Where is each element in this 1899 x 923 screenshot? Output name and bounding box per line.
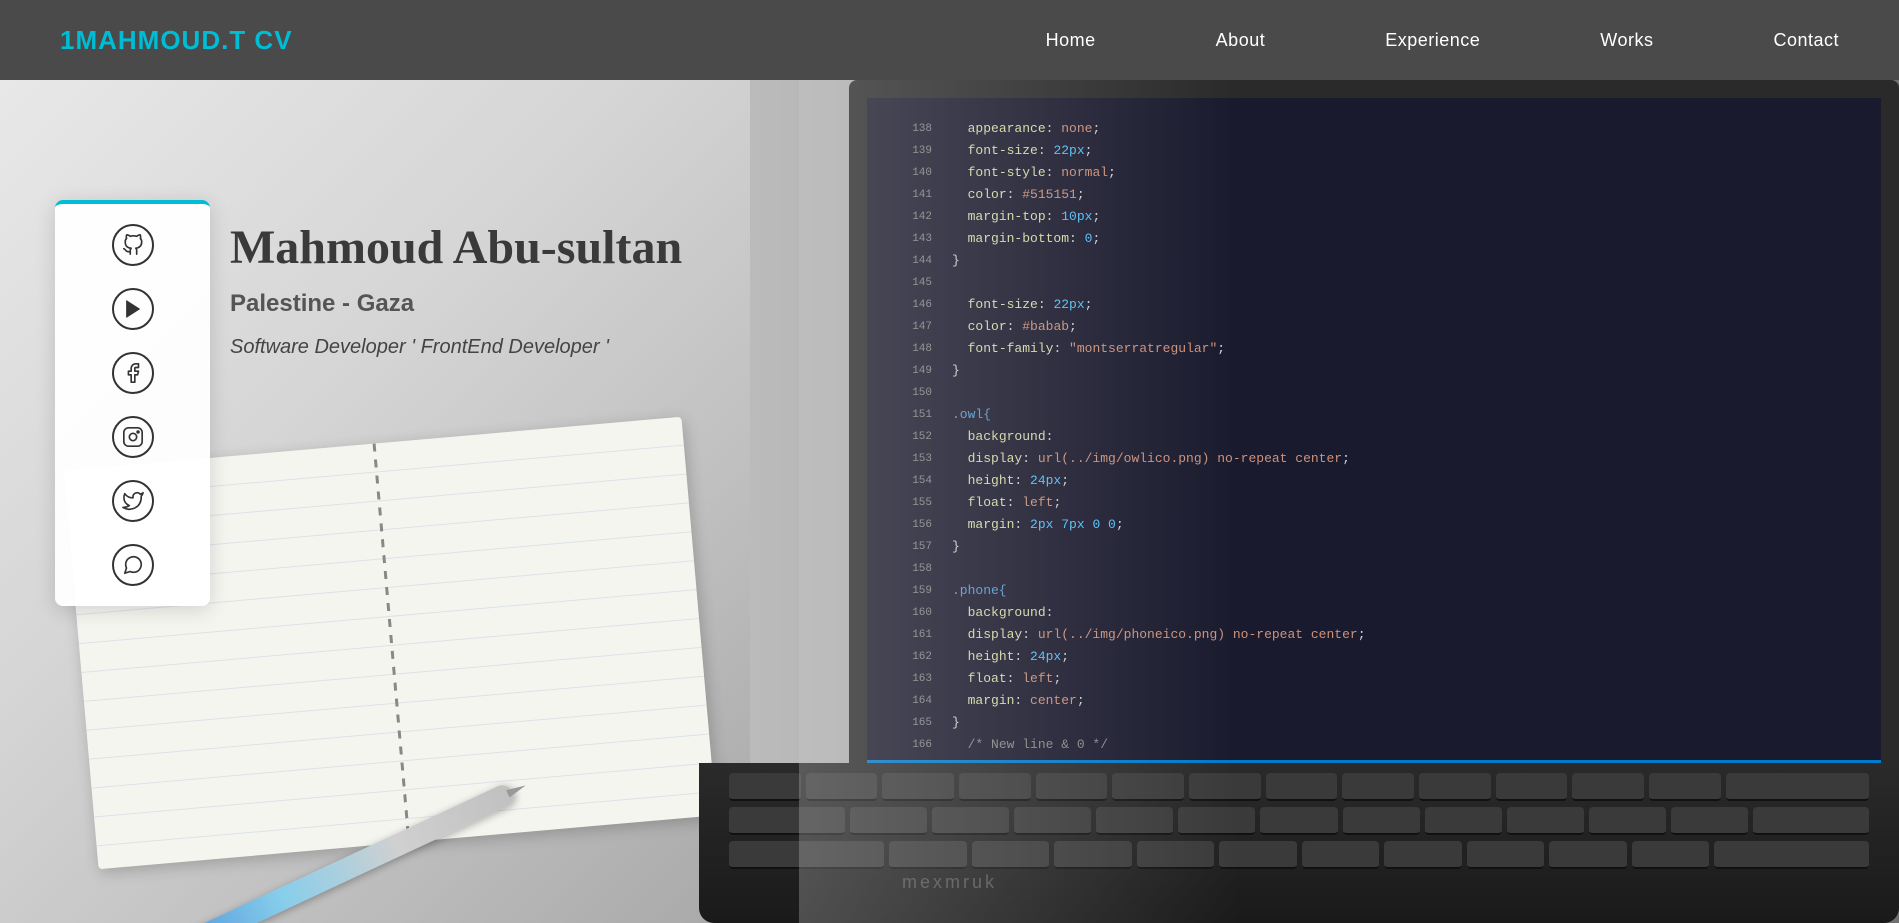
keyboard-row-2 [729, 807, 1869, 835]
nav-item-experience[interactable]: Experience [1385, 30, 1480, 51]
brand-logo[interactable]: 1MAHMOUD.T CV [60, 25, 293, 56]
key [1549, 841, 1627, 869]
laptop-keyboard [699, 763, 1899, 923]
key [806, 773, 878, 801]
whatsapp-icon[interactable] [112, 544, 154, 586]
facebook-icon[interactable] [112, 352, 154, 394]
nav-link-works[interactable]: Works [1600, 30, 1653, 50]
hero-section: 138 appearance: none; 139 font-size: 22p… [0, 80, 1899, 923]
key [1054, 841, 1132, 869]
play-icon[interactable] [112, 288, 154, 330]
key [1112, 773, 1184, 801]
github-svg [122, 234, 144, 256]
nav-link-experience[interactable]: Experience [1385, 30, 1480, 50]
key [889, 841, 967, 869]
key [1714, 841, 1869, 869]
key [1266, 773, 1338, 801]
nav-link-about[interactable]: About [1216, 30, 1266, 50]
key [850, 807, 927, 835]
keyboard-row-3 [729, 841, 1869, 869]
keyboard-row-1 [729, 773, 1869, 801]
key [959, 773, 1031, 801]
key [1507, 807, 1584, 835]
key [1302, 841, 1380, 869]
nav-link-contact[interactable]: Contact [1773, 30, 1839, 50]
sidebar-social-card [55, 200, 210, 606]
key [882, 773, 954, 801]
key [729, 807, 845, 835]
key [1726, 773, 1869, 801]
nav-item-home[interactable]: Home [1046, 30, 1096, 51]
key [1189, 773, 1261, 801]
hero-role: Software Developer ' FrontEnd Developer … [230, 336, 682, 359]
laptop-screen: 138 appearance: none; 139 font-size: 22p… [849, 80, 1899, 800]
twitter-icon[interactable] [112, 480, 154, 522]
watermark: mexmruk [902, 872, 997, 893]
nav-item-about[interactable]: About [1216, 30, 1266, 51]
key [1260, 807, 1337, 835]
hero-name: Mahmoud Abu-sultan [230, 220, 682, 275]
hero-location: Palestine - Gaza [230, 290, 682, 318]
key [1496, 773, 1568, 801]
laptop: 138 appearance: none; 139 font-size: 22p… [799, 80, 1899, 923]
key [1589, 807, 1666, 835]
nav-link-home[interactable]: Home [1046, 30, 1096, 50]
hero-text-block: Mahmoud Abu-sultan Palestine - Gaza Soft… [230, 220, 682, 359]
key [1632, 841, 1710, 869]
key [1425, 807, 1502, 835]
key [1178, 807, 1255, 835]
key [1342, 773, 1414, 801]
github-icon[interactable] [112, 224, 154, 266]
key [1467, 841, 1545, 869]
key [1671, 807, 1748, 835]
nav-links: Home About Experience Works Contact [1046, 30, 1839, 51]
play-svg [122, 298, 144, 320]
key [1572, 773, 1644, 801]
key [1096, 807, 1173, 835]
key [1014, 807, 1091, 835]
facebook-svg [122, 362, 144, 384]
instagram-icon[interactable] [112, 416, 154, 458]
twitter-svg [122, 490, 144, 512]
key [1753, 807, 1869, 835]
key [1137, 841, 1215, 869]
key [1649, 773, 1721, 801]
key [1036, 773, 1108, 801]
key [932, 807, 1009, 835]
instagram-svg [122, 426, 144, 448]
key [1343, 807, 1420, 835]
keyboard-keys-container [729, 773, 1869, 869]
key [1219, 841, 1297, 869]
navbar: 1MAHMOUD.T CV Home About Experience Work… [0, 0, 1899, 80]
key [1419, 773, 1491, 801]
key [972, 841, 1050, 869]
key [729, 773, 801, 801]
key [1384, 841, 1462, 869]
nav-item-works[interactable]: Works [1600, 30, 1653, 51]
whatsapp-svg [122, 554, 144, 576]
code-editor: 138 appearance: none; 139 font-size: 22p… [867, 98, 1881, 782]
nav-item-contact[interactable]: Contact [1773, 30, 1839, 51]
key [729, 841, 884, 869]
